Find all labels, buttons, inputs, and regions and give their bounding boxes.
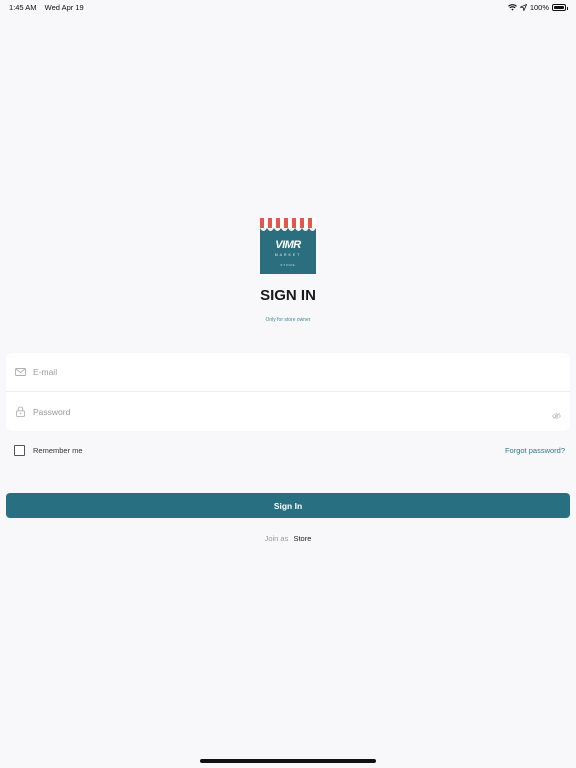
join-row: Join as Store xyxy=(0,534,576,543)
logo-text: VIMR xyxy=(275,239,301,251)
store-logo: VIMR MARKET STORE xyxy=(260,218,316,274)
logo-subtext: MARKET xyxy=(274,253,302,257)
page-subtitle: Only for store owner xyxy=(265,317,311,323)
remember-checkbox[interactable] xyxy=(14,445,25,456)
location-arrow-icon xyxy=(519,4,527,11)
join-store-link[interactable]: Store xyxy=(293,534,311,543)
battery-fill xyxy=(554,6,564,9)
status-left: 1:45 AM Wed Apr 19 xyxy=(9,3,90,12)
remember-row: Remember me xyxy=(14,445,83,456)
page-title: SIGN IN xyxy=(260,287,316,304)
status-bar: 1:45 AM Wed Apr 19 100% xyxy=(0,0,576,14)
mail-icon xyxy=(7,368,33,376)
lock-icon xyxy=(7,406,33,417)
join-prefix: Join as xyxy=(264,534,289,543)
login-form xyxy=(6,353,570,431)
email-field[interactable] xyxy=(33,367,570,377)
sign-in-button[interactable]: Sign In xyxy=(6,493,570,518)
home-indicator xyxy=(200,759,376,763)
logo-tagline: STORE xyxy=(280,263,296,267)
battery-percent: 100% xyxy=(529,3,549,12)
password-field[interactable] xyxy=(33,406,570,417)
forgot-password-link[interactable]: Forgot password? xyxy=(505,446,565,455)
eye-icon[interactable] xyxy=(551,407,562,425)
remember-label: Remember me xyxy=(33,446,83,455)
status-date: Wed Apr 19 xyxy=(44,3,84,12)
status-right: 100% xyxy=(507,3,568,12)
wifi-icon xyxy=(507,4,517,11)
email-row xyxy=(6,353,570,392)
status-time: 1:45 AM xyxy=(9,3,37,12)
battery-icon xyxy=(552,4,568,11)
password-row xyxy=(6,392,570,431)
awning-graphic xyxy=(260,218,316,231)
